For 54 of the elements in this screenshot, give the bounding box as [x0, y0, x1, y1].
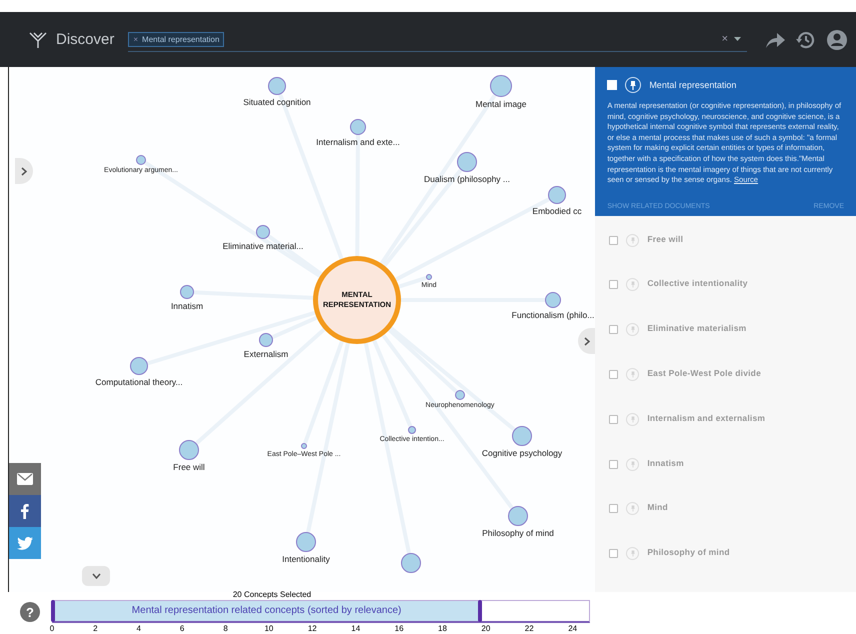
axis-tick-label: 4 — [136, 624, 141, 633]
concept-list-item[interactable]: Philosophy of mind — [595, 547, 856, 592]
concept-list-item[interactable]: Internalism and externalism — [595, 412, 856, 458]
node-label: Free will — [173, 462, 205, 472]
axis-tick-label: 0 — [50, 624, 54, 633]
node-label: Functionalism (philo... — [512, 310, 594, 320]
axis-tick-label: 12 — [308, 624, 317, 633]
range-label: Mental representation related concepts (sorted by relevance) — [130, 605, 402, 616]
node-label: Computational theory... — [95, 377, 183, 387]
concept-label: Collective intentionality — [647, 278, 748, 288]
selection-caption: 20 Concepts Selected — [232, 590, 312, 599]
axis-tick-label: 18 — [438, 624, 447, 633]
axis-tick-label: 24 — [568, 624, 578, 633]
concept-label: Eliminative materialism — [647, 323, 746, 334]
concept-list-item[interactable]: Mind — [595, 502, 856, 548]
axis-tick-label: 8 — [223, 624, 228, 633]
node-label: Mental image — [475, 99, 527, 109]
axis-tick-label: 16 — [394, 624, 404, 633]
remove-tag-button[interactable]: × — [133, 34, 138, 44]
concept-list-item[interactable]: Collective intentionality — [595, 278, 856, 324]
concept-label: East Pole-West Pole divide — [647, 368, 761, 378]
range-slider[interactable]: Mental representation related concepts (sorted by relevance) — [52, 600, 590, 623]
concept-label: Free will — [647, 234, 684, 244]
concept-list-item[interactable]: East Pole-West Pole divide — [595, 368, 856, 413]
node-label: Intentionality — [282, 554, 330, 564]
clear-button[interactable]: × — [722, 33, 728, 45]
node-label: Eliminative material... — [222, 241, 304, 251]
help-button[interactable]: ? — [20, 602, 40, 622]
app-title: Discover — [56, 31, 114, 48]
search-tag[interactable]: × Mental representation — [128, 32, 224, 46]
node-label: Cognitive psychology — [482, 448, 562, 458]
node-label: Externalism — [244, 349, 288, 359]
tag-label: Mental representation — [142, 34, 220, 44]
concept-list-item[interactable]: Eliminative materialism — [595, 323, 856, 368]
node-label: Situated cognition — [243, 97, 311, 107]
concept-label: Innatism — [647, 458, 684, 468]
node-label: Internalism and exte... — [316, 137, 400, 147]
axis-tick-label: 20 — [481, 624, 490, 633]
search-field[interactable]: × Mental representation × — [128, 27, 747, 52]
concept-list-item[interactable]: Innatism — [595, 458, 856, 502]
node-label: Embodied cc — [532, 206, 582, 216]
node-label: Philosophy of mind — [482, 528, 554, 538]
concept-list-item[interactable]: Free will — [595, 234, 856, 278]
concept-label: Philosophy of mind — [647, 547, 730, 558]
concept-title: Mental representation — [649, 80, 736, 90]
axis-tick-label: 10 — [264, 624, 274, 633]
node-label: Dualism (philosophy ... — [424, 174, 510, 184]
axis-tick-label: 2 — [93, 624, 98, 633]
node-label: Innatism — [170, 301, 204, 311]
axis-tick-label: 6 — [180, 624, 184, 633]
axis-tick-label: 14 — [351, 624, 360, 633]
concept-label: Mind — [647, 502, 668, 512]
axis-tick-label: 22 — [524, 624, 534, 633]
concept-label: Internalism and externalism — [647, 412, 766, 423]
